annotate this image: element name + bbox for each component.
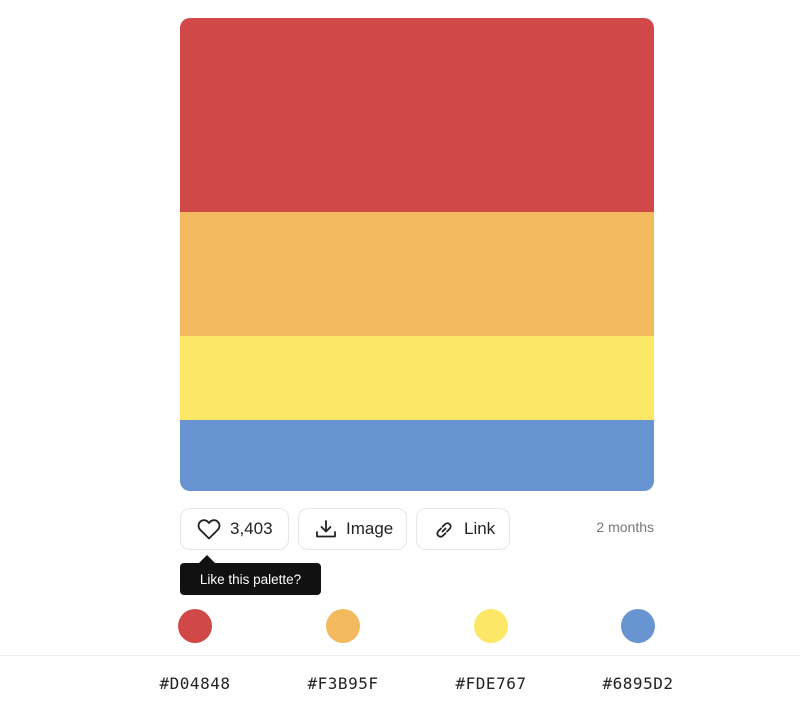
color-swatch-yellow[interactable] [474, 609, 508, 643]
image-download-button[interactable]: Image [298, 508, 407, 550]
tooltip-arrow [199, 555, 215, 563]
hex-code-yellow[interactable]: #FDE767 [431, 674, 551, 693]
color-swatch-red[interactable] [178, 609, 212, 643]
image-label: Image [346, 519, 394, 538]
hex-code-blue[interactable]: #6895D2 [578, 674, 698, 693]
link-button[interactable]: Link [416, 508, 510, 550]
color-swatch-orange[interactable] [326, 609, 360, 643]
stripe-yellow[interactable] [180, 336, 654, 420]
palette-preview[interactable] [180, 18, 654, 491]
download-icon [315, 519, 337, 539]
link-label: Link [464, 519, 496, 538]
stripe-orange[interactable] [180, 212, 654, 336]
heart-icon [197, 518, 221, 540]
hex-code-orange[interactable]: #F3B95F [283, 674, 403, 693]
link-icon [433, 519, 455, 539]
like-button[interactable]: 3,403 [180, 508, 289, 550]
like-count: 3,403 [230, 519, 273, 538]
stripe-blue[interactable] [180, 420, 654, 491]
color-swatch-blue[interactable] [621, 609, 655, 643]
like-tooltip: Like this palette? [180, 563, 321, 595]
stripe-red[interactable] [180, 18, 654, 212]
time-ago: 2 months [596, 519, 654, 535]
divider [0, 655, 800, 656]
hex-code-red[interactable]: #D04848 [135, 674, 255, 693]
